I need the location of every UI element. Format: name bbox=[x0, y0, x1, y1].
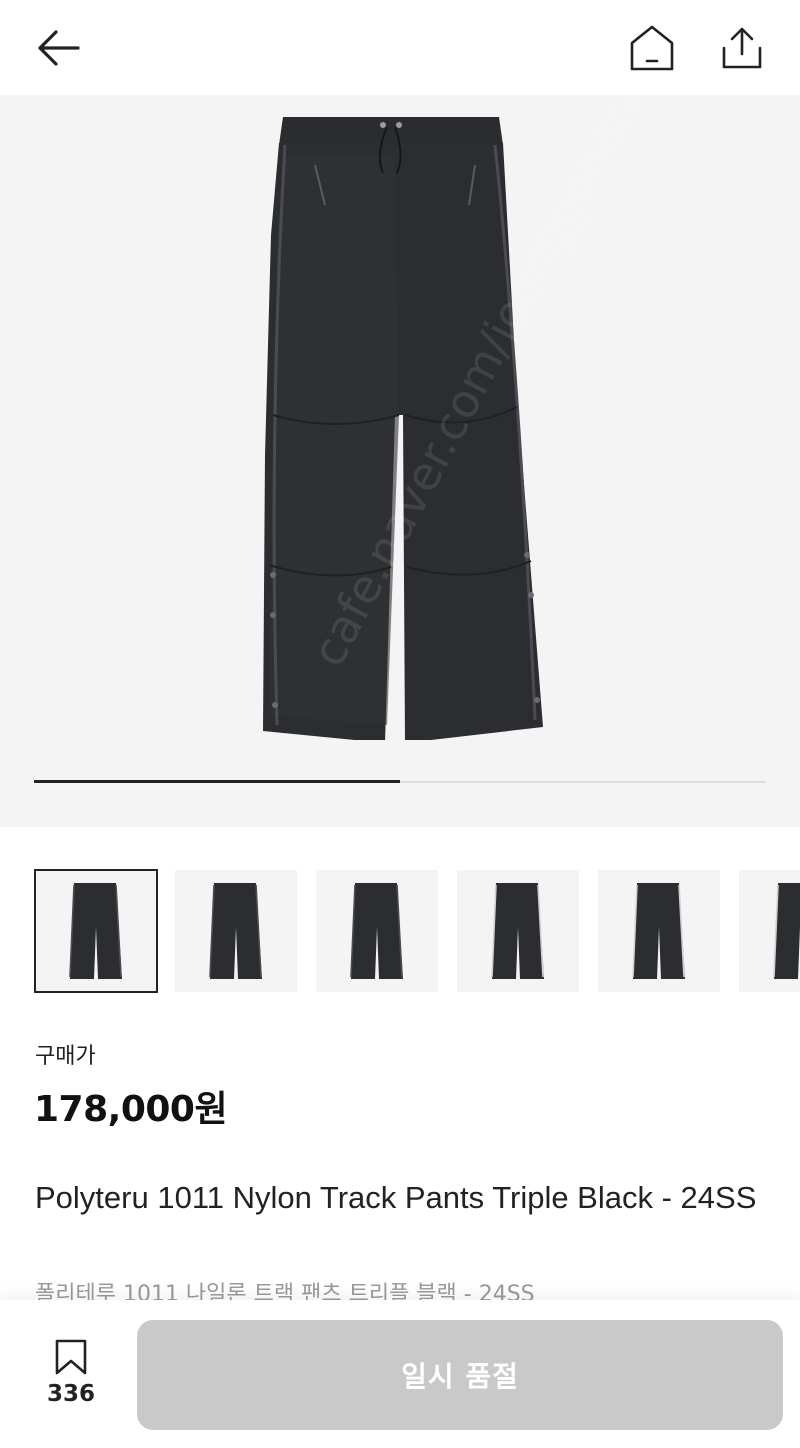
thumbnail-1[interactable] bbox=[34, 869, 158, 993]
bottom-action-bar: 336 일시 품절 bbox=[0, 1300, 800, 1448]
soldout-button[interactable]: 일시 품절 bbox=[137, 1320, 783, 1430]
top-navigation-bar bbox=[0, 0, 800, 95]
thumbnail-image bbox=[209, 883, 262, 979]
thumbnail-image bbox=[69, 883, 122, 979]
product-image-carousel[interactable]: cafe.naver.com/joonggonara bbox=[0, 95, 800, 827]
thumbnail-image bbox=[491, 883, 544, 979]
thumbnail-4[interactable] bbox=[457, 870, 579, 992]
carousel-progress-fill bbox=[34, 780, 400, 783]
home-icon bbox=[630, 25, 674, 71]
thumbnail-6[interactable] bbox=[739, 870, 800, 992]
thumbnail-image bbox=[773, 883, 800, 979]
product-main-image bbox=[263, 117, 543, 740]
product-title-english: Polyteru 1011 Nylon Track Pants Triple B… bbox=[35, 1180, 757, 1215]
price-caption: 구매가 bbox=[35, 1044, 96, 1069]
thumbnail-3[interactable] bbox=[316, 870, 438, 992]
home-button[interactable] bbox=[624, 20, 680, 76]
thumbnail-5[interactable] bbox=[598, 870, 720, 992]
arrow-left-icon bbox=[38, 30, 80, 66]
share-icon bbox=[722, 27, 762, 69]
thumbnail-image bbox=[632, 883, 685, 979]
thumbnail-image bbox=[350, 883, 403, 979]
price-value: 178,000원 bbox=[34, 1089, 228, 1130]
share-button[interactable] bbox=[714, 20, 770, 76]
thumbnail-strip[interactable] bbox=[0, 868, 800, 994]
back-button[interactable] bbox=[30, 20, 86, 76]
bookmark-icon bbox=[55, 1339, 87, 1375]
thumbnail-2[interactable] bbox=[175, 870, 297, 992]
bookmark-button[interactable]: 336 bbox=[38, 1338, 104, 1408]
carousel-progress-track bbox=[34, 780, 766, 783]
bookmark-count: 336 bbox=[46, 1381, 95, 1407]
